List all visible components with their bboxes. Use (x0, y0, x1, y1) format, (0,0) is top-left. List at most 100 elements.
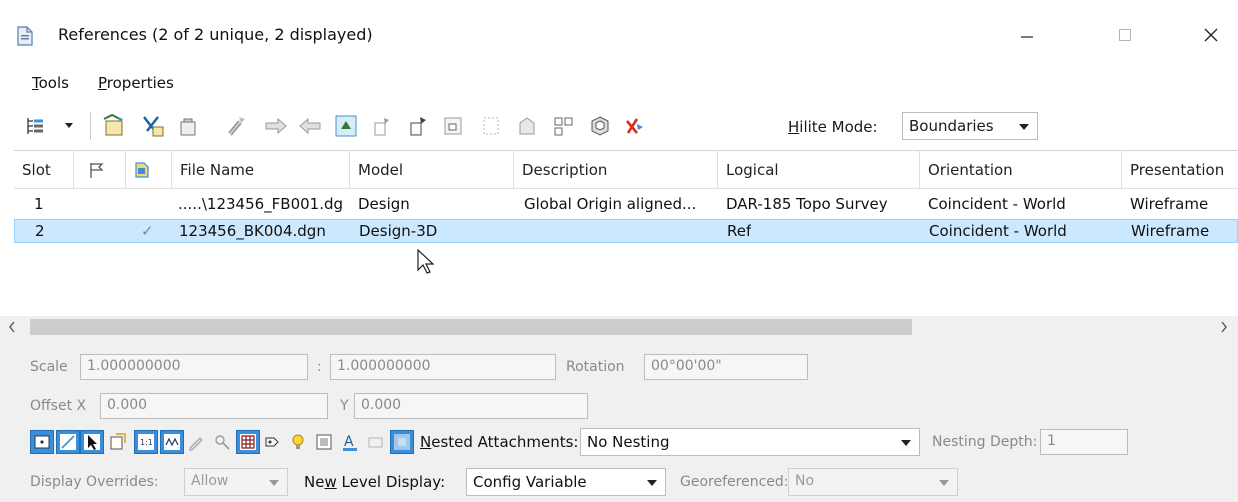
column-header-slot[interactable]: Slot (14, 151, 74, 189)
display-raster-references-button[interactable] (312, 430, 336, 454)
clip-back-button[interactable] (586, 112, 614, 140)
clip-boundary-button[interactable] (440, 112, 468, 140)
column-header-orientation[interactable]: Orientation (920, 151, 1122, 189)
hilite-mode-value: Boundaries (909, 117, 994, 135)
display-document-icon (135, 162, 149, 178)
level-display-button[interactable] (236, 430, 260, 454)
column-header-model[interactable]: Model (350, 151, 514, 189)
column-header-description[interactable]: Description (514, 151, 718, 189)
column-header-presentation[interactable]: Presentation (1122, 151, 1238, 189)
display-toggle-button[interactable] (30, 430, 54, 454)
line-style-button[interactable] (160, 430, 184, 454)
cell-model: Design (358, 195, 410, 213)
display-tags-button[interactable] (364, 430, 388, 454)
menu-tools[interactable]: Tools (32, 74, 69, 92)
remove-red-x-icon (626, 118, 643, 134)
rotate-reference-button[interactable] (368, 112, 396, 140)
scale-colon: : (317, 359, 322, 375)
maximize-button[interactable] (1102, 18, 1148, 52)
rotation-field[interactable]: 00°00'00" (644, 354, 808, 380)
exchange-icon (228, 117, 245, 136)
grid-table-icon (240, 434, 256, 450)
table-row-selected[interactable]: 2 ✓ 123456_BK004.dgn Design-3D Ref Coinc… (14, 219, 1238, 243)
new-level-display-value: Config Variable (473, 473, 587, 491)
column-header-label: Slot (22, 161, 51, 179)
cell-display-check[interactable]: ✓ (141, 222, 154, 240)
column-header-hilite[interactable] (74, 151, 126, 189)
scale-reference-field[interactable]: 1.000000000 (330, 354, 556, 380)
tree-list-icon (27, 118, 43, 134)
clip-volume-button[interactable] (390, 430, 414, 454)
minimize-icon (1021, 36, 1033, 38)
svg-text:A: A (344, 434, 354, 450)
display-overrides-select[interactable]: Allow (184, 468, 288, 496)
reload-reference-button[interactable] (174, 112, 202, 140)
annotation-scale-button[interactable]: A (338, 430, 362, 454)
ignore-attachment-button[interactable] (184, 430, 208, 454)
column-header-label: Presentation (1130, 161, 1225, 179)
new-level-display-mnemonic: w (324, 473, 337, 491)
clip-front-icon (554, 117, 573, 136)
offset-y-label: Y (340, 398, 349, 414)
clip-mask-button[interactable] (478, 112, 506, 140)
exchange-reference-button[interactable] (224, 112, 252, 140)
remove-reference-button[interactable] (620, 112, 648, 140)
hilite-mode-select[interactable]: Boundaries (902, 112, 1038, 140)
window-title: References (2 of 2 unique, 2 displayed) (58, 25, 373, 44)
mirror-reference-button[interactable] (404, 112, 432, 140)
maximize-icon (1119, 29, 1131, 41)
chevron-down-icon (939, 480, 949, 486)
table-row[interactable]: 1 .....\123456_FB001.dg Design Global Or… (14, 193, 1238, 217)
scale-line-styles-button[interactable]: 1:1 (134, 430, 158, 454)
snap-toggle-button[interactable] (56, 430, 80, 454)
nested-attachments-select[interactable]: No Nesting (580, 428, 920, 456)
hilite-mode-label: Hilite Mode: (788, 118, 878, 136)
scale-master-field[interactable]: 1.000000000 (80, 354, 308, 380)
true-scale-icon (110, 433, 126, 450)
clip-front-button[interactable] (550, 112, 578, 140)
georeferenced-value: No (795, 473, 815, 489)
raster-icon (265, 437, 279, 447)
new-level-display-label: New Level Display: (304, 473, 445, 491)
chevron-right-icon (1221, 321, 1227, 333)
georeferenced-select[interactable]: No (788, 468, 958, 496)
tree-view-dropdown[interactable] (60, 112, 78, 140)
new-level-display-select[interactable]: Config Variable (466, 468, 666, 496)
cell-orientation: Coincident - World (928, 195, 1066, 213)
delete-clip-button[interactable] (514, 112, 542, 140)
column-header-display[interactable] (126, 151, 172, 189)
nesting-depth-field[interactable]: 1 (1040, 429, 1128, 455)
menu-tools-mnemonic: T (32, 74, 39, 92)
clip-mask-icon (483, 117, 499, 135)
column-header-logical[interactable]: Logical (718, 151, 920, 189)
scroll-thumb[interactable] (30, 319, 912, 335)
minimize-button[interactable] (1004, 18, 1050, 52)
locate-toggle-button[interactable] (80, 430, 104, 454)
close-button[interactable] (1188, 18, 1234, 52)
attach-reference-button[interactable] (100, 112, 128, 140)
move-reference-button[interactable] (262, 112, 290, 140)
tree-view-button[interactable] (24, 112, 48, 140)
raster-display-button[interactable] (260, 430, 284, 454)
treat-as-element-button[interactable] (210, 430, 234, 454)
cell-logical: Ref (727, 222, 752, 240)
column-header-file-name[interactable]: File Name (172, 151, 350, 189)
cell-presentation: Wireframe (1130, 195, 1209, 213)
horizontal-scrollbar[interactable] (0, 316, 1238, 338)
offset-y-field[interactable]: 0.000 (354, 393, 588, 419)
use-lights-button[interactable] (286, 430, 310, 454)
mouse-cursor-icon (417, 249, 435, 274)
caret-down-icon (65, 123, 73, 128)
scale-reference-button[interactable] (332, 112, 360, 140)
reload-reference-icon (180, 118, 196, 136)
line-style-icon (164, 434, 180, 450)
offset-x-field[interactable]: 0.000 (100, 393, 328, 419)
scroll-left-button[interactable] (4, 319, 20, 335)
copy-reference-button[interactable] (296, 112, 324, 140)
scale-reference-icon (335, 115, 357, 137)
detach-reference-button[interactable] (138, 112, 166, 140)
scroll-right-button[interactable] (1216, 319, 1232, 335)
true-scale-button[interactable] (106, 430, 130, 454)
menu-properties[interactable]: Properties (98, 74, 174, 92)
menu-properties-label: roperties (106, 74, 174, 92)
